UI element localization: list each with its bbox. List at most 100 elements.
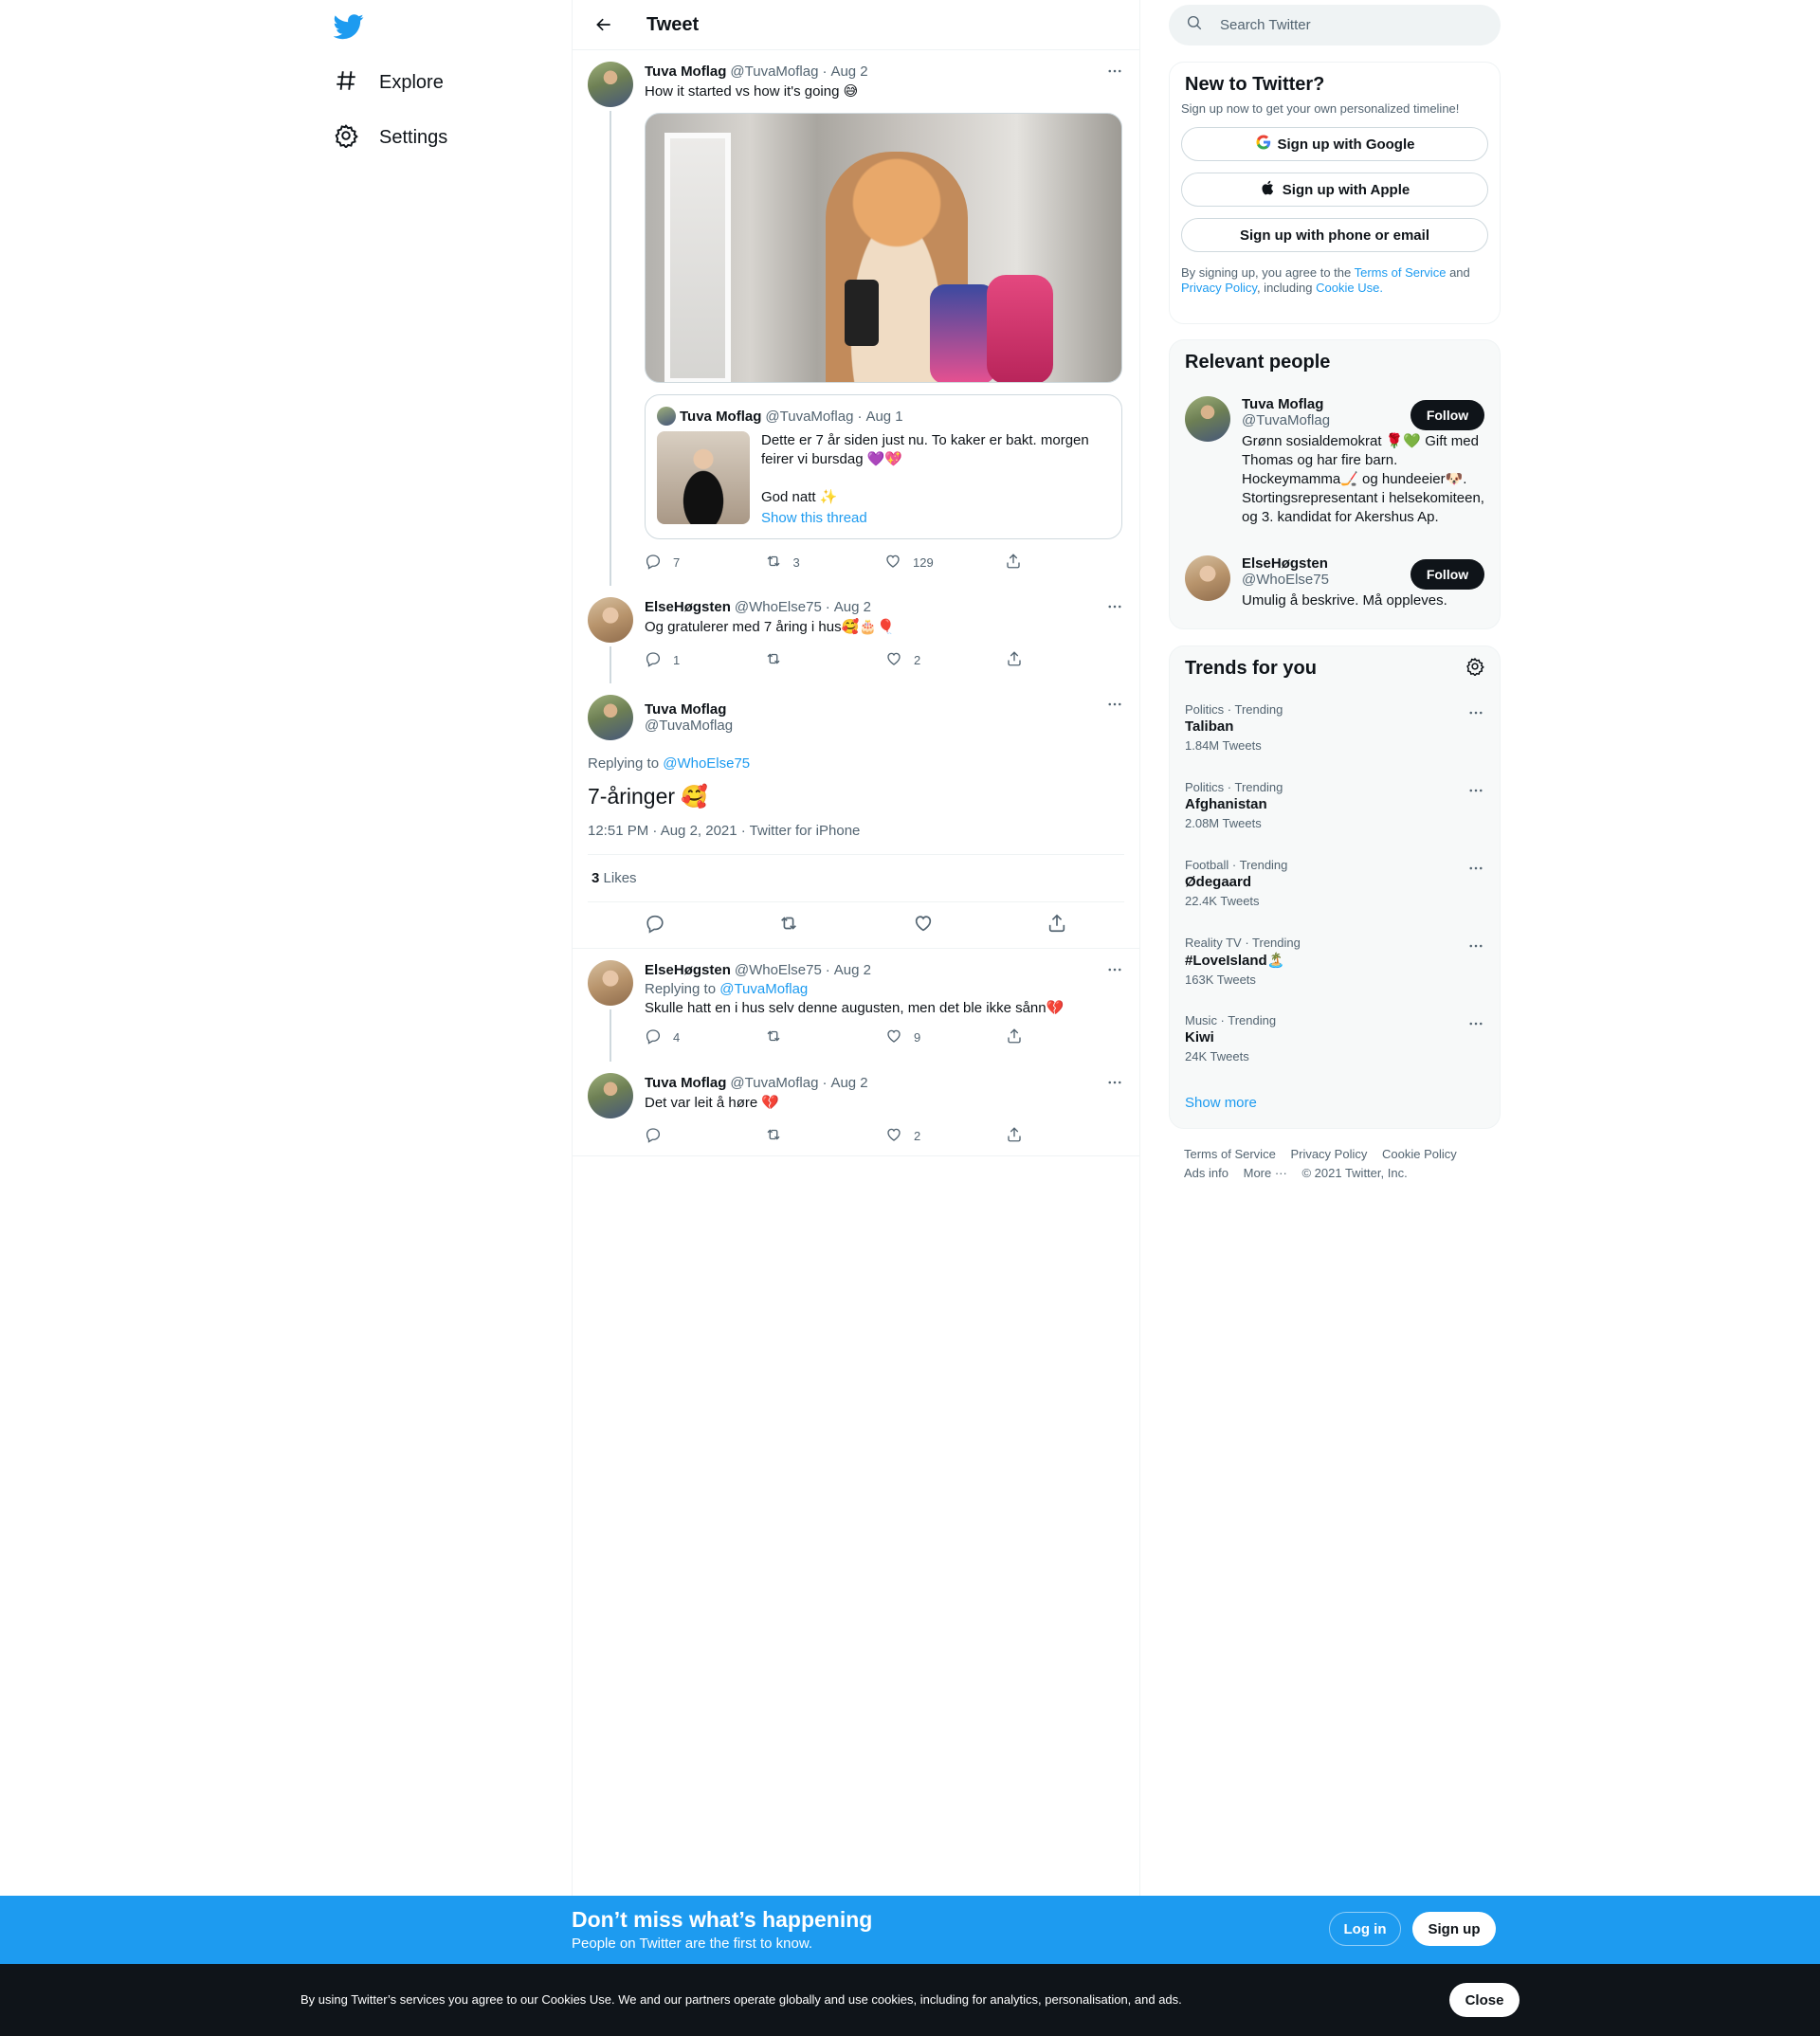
reply-2[interactable]: Tuva Moflag @TuvaMoflag · Aug 2 Det var …	[573, 1062, 1139, 1156]
quoted-tweet[interactable]: Tuva Moflag @TuvaMoflag · Aug 1 Dette er…	[645, 394, 1122, 539]
avatar[interactable]	[588, 597, 633, 643]
like-button[interactable]: 2	[885, 650, 1006, 670]
retweet-button[interactable]	[765, 1126, 885, 1146]
terms-link[interactable]: Terms of Service	[1355, 265, 1447, 280]
replying-to-link[interactable]: @TuvaMoflag	[719, 981, 808, 997]
reply-1[interactable]: ElseHøgsten @WhoElse75 · Aug 2 Replying …	[573, 949, 1139, 1062]
author-name[interactable]: Tuva Moflag	[645, 701, 1124, 718]
signup-google-button[interactable]: Sign up with Google	[1181, 127, 1488, 161]
more-icon[interactable]	[1105, 597, 1124, 616]
trend-title: Afghanistan	[1185, 796, 1267, 812]
reply-button[interactable]	[645, 1126, 765, 1146]
more-icon[interactable]	[1467, 937, 1484, 959]
person-handle[interactable]: @WhoElse75	[1242, 572, 1422, 588]
tweet-text: How it started vs how it's going 😅	[645, 83, 859, 100]
tweet-date[interactable]: Aug 2	[834, 962, 871, 978]
nav-explore[interactable]: Explore	[334, 60, 444, 105]
likes-summary[interactable]: 3 Likes	[588, 855, 1124, 902]
follow-button[interactable]: Follow	[1410, 400, 1484, 430]
search-input[interactable]	[1220, 17, 1466, 33]
signup-phone-label: Sign up with phone or email	[1239, 227, 1429, 244]
signup-button[interactable]: Sign up	[1412, 1912, 1496, 1946]
nav-settings[interactable]: Settings	[334, 115, 447, 160]
author-handle[interactable]: @TuvaMoflag	[645, 718, 1124, 734]
login-button[interactable]: Log in	[1329, 1912, 1401, 1946]
like-button[interactable]: 129	[884, 553, 1005, 573]
twitter-logo-icon[interactable]	[333, 11, 364, 42]
share-button[interactable]	[1006, 650, 1124, 670]
like-button[interactable]: 9	[885, 1027, 1006, 1047]
footer-ads-link[interactable]: Ads info	[1184, 1166, 1228, 1180]
signup-apple-button[interactable]: Sign up with Apple	[1181, 173, 1488, 207]
more-icon[interactable]	[1105, 62, 1124, 81]
author-handle[interactable]: @TuvaMoflag	[730, 64, 818, 80]
retweet-icon[interactable]	[778, 913, 799, 938]
author-name[interactable]: ElseHøgsten	[645, 962, 731, 978]
person-name[interactable]: Tuva Moflag	[1242, 396, 1422, 412]
show-more-link[interactable]: Show more	[1170, 1080, 1500, 1126]
reply-icon[interactable]	[645, 913, 665, 938]
tweet-date[interactable]: Aug 2	[834, 599, 871, 615]
person-name[interactable]: ElseHøgsten	[1242, 555, 1422, 572]
reply-button[interactable]: 4	[645, 1027, 765, 1047]
share-button[interactable]	[1005, 553, 1125, 573]
share-button[interactable]	[1006, 1126, 1124, 1146]
author-handle[interactable]: @WhoElse75	[735, 599, 822, 615]
author-name[interactable]: ElseHøgsten	[645, 599, 731, 615]
tweet-2[interactable]: ElseHøgsten @WhoElse75 · Aug 2 Og gratul…	[573, 586, 1139, 683]
trend-item[interactable]: Reality TV · Trending #LoveIsland🏝️ 163K…	[1170, 924, 1500, 1002]
close-cookie-button[interactable]: Close	[1449, 1983, 1520, 2017]
avatar[interactable]	[588, 695, 633, 740]
more-icon[interactable]	[1105, 960, 1124, 979]
privacy-link[interactable]: Privacy Policy	[1181, 281, 1257, 295]
avatar[interactable]	[1185, 396, 1230, 442]
gear-icon[interactable]	[1465, 657, 1484, 681]
retweet-button[interactable]: 3	[765, 553, 885, 573]
share-icon[interactable]	[1046, 913, 1067, 938]
share-button[interactable]	[1006, 1027, 1124, 1047]
author-handle[interactable]: @TuvaMoflag	[730, 1075, 818, 1091]
trend-item[interactable]: Politics · Trending Afghanistan 2.08M Tw…	[1170, 769, 1500, 846]
show-thread-link[interactable]: Show this thread	[761, 509, 1112, 528]
avatar[interactable]	[588, 1073, 633, 1118]
tweet-meta[interactable]: 12:51 PM · Aug 2, 2021 · Twitter for iPh…	[588, 823, 1124, 855]
tweet-photo[interactable]	[645, 113, 1122, 383]
avatar[interactable]	[588, 62, 633, 107]
reply-button[interactable]: 1	[645, 650, 765, 670]
more-icon[interactable]	[1467, 860, 1484, 882]
retweet-button[interactable]	[765, 650, 885, 670]
heart-icon[interactable]	[913, 913, 934, 938]
trend-item[interactable]: Football · Trending Ødegaard 22.4K Tweet…	[1170, 846, 1500, 924]
person-handle[interactable]: @TuvaMoflag	[1242, 412, 1422, 428]
back-arrow-icon[interactable]	[588, 9, 620, 41]
more-icon[interactable]	[1467, 1015, 1484, 1037]
more-icon[interactable]	[1105, 695, 1124, 714]
more-icon[interactable]	[1467, 704, 1484, 726]
footer-more-link[interactable]: More ···	[1244, 1166, 1287, 1180]
like-button[interactable]: 2	[885, 1126, 1006, 1146]
footer-terms-link[interactable]: Terms of Service	[1184, 1147, 1276, 1161]
person-row-tuva[interactable]: Tuva Moflag @TuvaMoflag Follow Grønn sos…	[1170, 385, 1500, 544]
author-name[interactable]: Tuva Moflag	[645, 1075, 726, 1091]
replying-to-link[interactable]: @WhoElse75	[663, 755, 750, 772]
tweet-date[interactable]: Aug 2	[830, 64, 867, 80]
tweet-date[interactable]: Aug 2	[830, 1075, 867, 1091]
author-name[interactable]: Tuva Moflag	[645, 64, 726, 80]
retweet-button[interactable]	[765, 1027, 885, 1047]
more-icon[interactable]	[1467, 782, 1484, 804]
cookie-use-link[interactable]: Cookie Use.	[1316, 281, 1383, 295]
more-icon[interactable]	[1105, 1073, 1124, 1092]
signup-phone-button[interactable]: Sign up with phone or email	[1181, 218, 1488, 252]
reply-button[interactable]: 7	[645, 553, 765, 573]
avatar[interactable]	[1185, 555, 1230, 601]
trend-item[interactable]: Politics · Trending Taliban 1.84M Tweets	[1170, 691, 1500, 769]
avatar[interactable]	[588, 960, 633, 1006]
tweet-1[interactable]: Tuva Moflag @TuvaMoflag · Aug 2 How it s…	[573, 50, 1139, 586]
trend-item[interactable]: Music · Trending Kiwi 24K Tweets	[1170, 1002, 1500, 1080]
person-row-else[interactable]: ElseHøgsten @WhoElse75 Follow Umulig å b…	[1170, 544, 1500, 622]
author-handle[interactable]: @WhoElse75	[735, 962, 822, 978]
footer-privacy-link[interactable]: Privacy Policy	[1290, 1147, 1367, 1161]
follow-button[interactable]: Follow	[1410, 559, 1484, 590]
footer-cookie-link[interactable]: Cookie Policy	[1382, 1147, 1457, 1161]
search-bar[interactable]	[1169, 5, 1501, 45]
